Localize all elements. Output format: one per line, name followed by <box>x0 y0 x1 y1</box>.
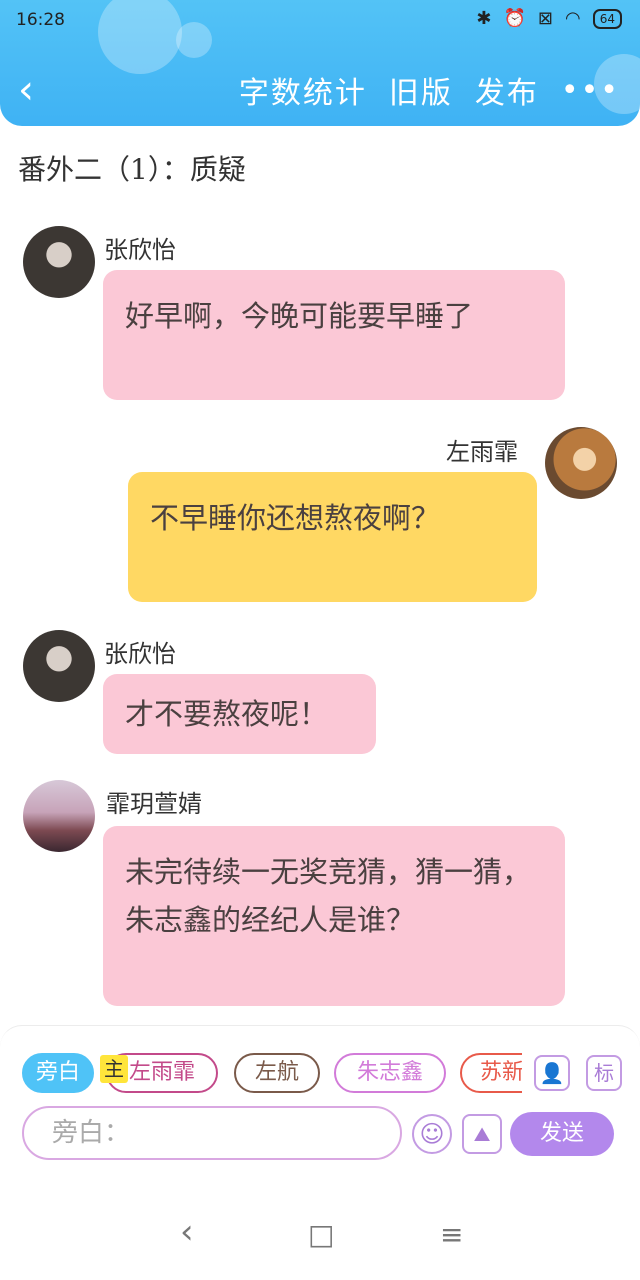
avatar[interactable] <box>23 780 95 852</box>
publish-button[interactable]: 发布 <box>475 68 539 112</box>
chip-character[interactable]: 左航 <box>234 1053 320 1093</box>
chip-character[interactable]: 朱志鑫 <box>334 1053 446 1093</box>
tag-button[interactable]: 标 <box>586 1055 622 1091</box>
image-icon[interactable]: ⛰ <box>462 1114 502 1154</box>
emoji-icon[interactable]: ☺ <box>412 1114 452 1154</box>
message-bubble[interactable]: 不早睡你还想熬夜啊？ <box>128 472 537 602</box>
status-icons: ✱ ⏰ ⊠ ◠ 64 <box>476 8 622 30</box>
app-header: 16:28 ✱ ⏰ ⊠ ◠ 64 ‹ 字数统计 旧版 发布 ••• <box>0 0 640 126</box>
person-card-icon[interactable]: 👤 <box>534 1055 570 1091</box>
sender-name: 左雨霏 <box>446 438 518 466</box>
more-icon[interactable]: ••• <box>561 73 620 108</box>
message-bubble[interactable]: 未完待续一无奖竞猜，猜一猜，朱志鑫的经纪人是谁？ <box>103 826 565 1006</box>
status-bar: 16:28 ✱ ⏰ ⊠ ◠ 64 <box>0 0 640 40</box>
send-button[interactable]: 发送 <box>510 1112 614 1156</box>
bluetooth-icon: ✱ <box>476 8 492 29</box>
sender-name: 张欣怡 <box>104 236 176 264</box>
battery-icon: 64 <box>592 9 622 29</box>
message-input[interactable]: 旁白： <box>22 1106 402 1160</box>
message-bubble[interactable]: 才不要熬夜呢！ <box>103 674 376 754</box>
system-nav-bar: ‹ □ ≡ <box>0 1196 640 1280</box>
avatar[interactable] <box>545 427 617 499</box>
alarm-icon: ⏰ <box>503 8 526 29</box>
header-actions: 字数统计 旧版 发布 ••• <box>239 68 620 112</box>
character-chip-row: 旁白 左雨霏 主 左航 朱志鑫 苏新 <box>22 1053 522 1095</box>
no-sim-icon: ⊠ <box>537 8 553 29</box>
nav-back-icon[interactable]: ‹ <box>180 1212 194 1252</box>
message-bubble[interactable]: 好早啊，今晚可能要早睡了 <box>103 270 565 400</box>
word-count-button[interactable]: 字数统计 <box>239 68 367 112</box>
avatar[interactable] <box>23 226 95 298</box>
old-version-button[interactable]: 旧版 <box>389 68 453 112</box>
chapter-title: 番外二（1）：质疑 <box>18 153 246 186</box>
sender-name: 张欣怡 <box>104 640 176 668</box>
composer-panel: 旁白 左雨霏 主 左航 朱志鑫 苏新 👤 标 旁白： ☺ ⛰ 发送 <box>0 1025 640 1195</box>
sender-name: 霏玥萱婧 <box>106 790 202 818</box>
chip-main-marker: 主 <box>100 1055 128 1083</box>
chip-character[interactable]: 苏新 <box>460 1053 522 1093</box>
chip-narration[interactable]: 旁白 <box>22 1053 94 1093</box>
nav-home-icon[interactable]: □ <box>308 1218 334 1251</box>
status-time: 16:28 <box>16 10 65 30</box>
avatar[interactable] <box>23 630 95 702</box>
wifi-icon: ◠ <box>565 8 581 29</box>
back-button[interactable]: ‹ <box>18 70 54 110</box>
nav-menu-icon[interactable]: ≡ <box>440 1218 463 1251</box>
